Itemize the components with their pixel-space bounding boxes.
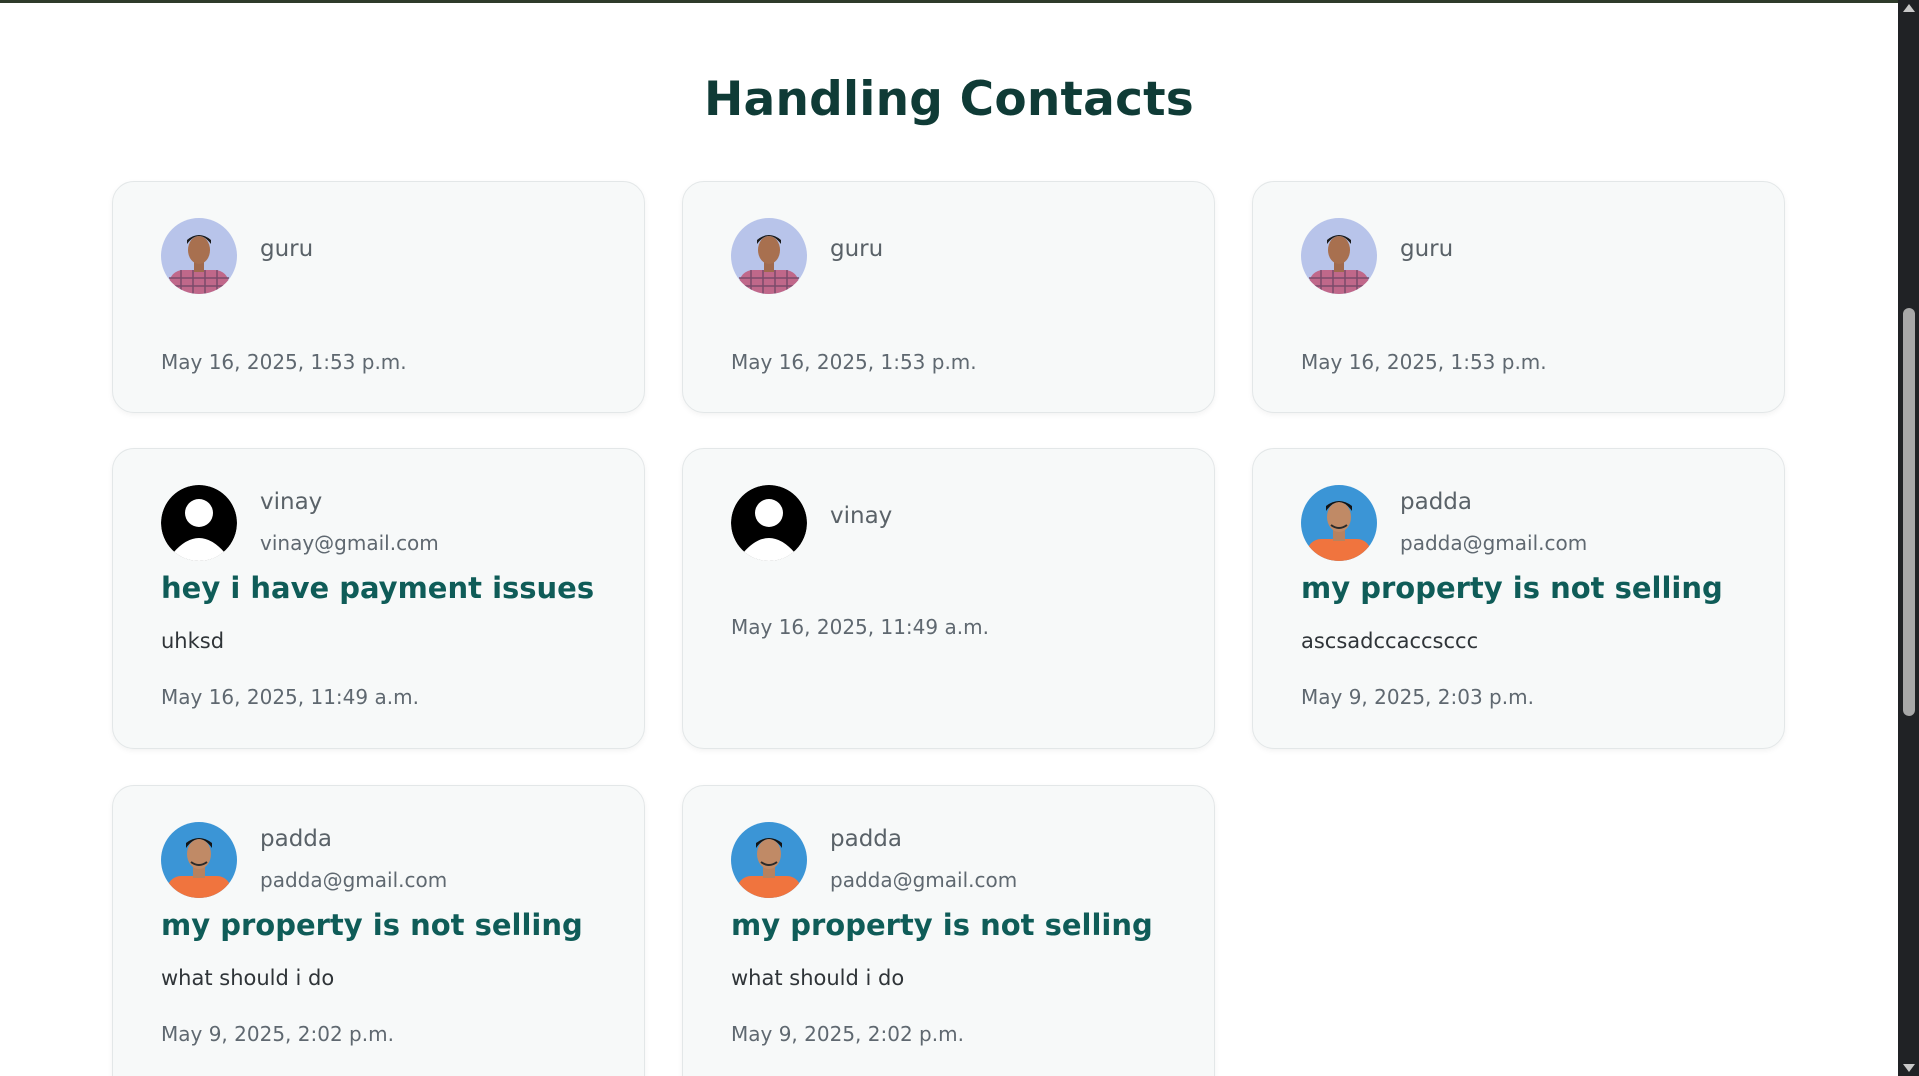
contact-name: padda [260,826,332,852]
contact-name: padda [1400,489,1472,515]
contact-name: vinay [260,489,323,515]
contact-name: padda [830,826,902,852]
contact-card[interactable]: padda padda@gmail.com my property is not… [682,785,1215,1076]
contact-card[interactable]: vinay May 16, 2025, 11:49 a.m. [682,448,1215,749]
contact-name: guru [260,236,314,262]
default-user-icon [731,485,807,561]
contact-card[interactable]: guru May 16, 2025, 1:53 p.m. [682,181,1215,413]
contact-card[interactable]: guru May 16, 2025, 1:53 p.m. [112,181,645,413]
contact-name: guru [1400,236,1454,262]
contact-subject: my property is not selling [161,908,583,942]
contact-date: May 16, 2025, 1:53 p.m. [161,350,407,374]
header-image-strip [0,0,1898,3]
contact-email: padda@gmail.com [830,868,1018,892]
scroll-down-arrow-icon[interactable] [1903,1064,1915,1072]
contact-email: padda@gmail.com [1400,531,1588,555]
scrollbar-thumb[interactable] [1903,308,1915,716]
avatar-photo-padda-icon [161,822,237,898]
contact-date: May 9, 2025, 2:02 p.m. [731,1022,964,1046]
avatar-photo-guru-icon [731,218,807,294]
contact-card[interactable]: padda padda@gmail.com my property is not… [1252,448,1785,749]
contact-message: what should i do [731,966,905,990]
contact-date: May 16, 2025, 1:53 p.m. [1301,350,1547,374]
page-title: Handling Contacts [704,72,1194,127]
contact-card[interactable]: guru May 16, 2025, 1:53 p.m. [1252,181,1785,413]
contact-message: ascsadccaccsccc [1301,629,1479,653]
vertical-scrollbar[interactable] [1898,0,1919,1076]
contact-card[interactable]: vinay vinay@gmail.com hey i have payment… [112,448,645,749]
contact-subject: my property is not selling [1301,571,1723,605]
contact-email: vinay@gmail.com [260,531,439,555]
contact-date: May 9, 2025, 2:03 p.m. [1301,685,1534,709]
contact-date: May 16, 2025, 11:49 a.m. [731,615,989,639]
contact-card[interactable]: padda padda@gmail.com my property is not… [112,785,645,1076]
contact-date: May 16, 2025, 1:53 p.m. [731,350,977,374]
contact-name: guru [830,236,884,262]
contact-message: uhksd [161,629,225,653]
scroll-up-arrow-icon[interactable] [1903,4,1915,12]
contact-email: padda@gmail.com [260,868,448,892]
contact-name: vinay [830,503,893,529]
page: Handling Contacts guru May 16, 2025, 1:5… [0,0,1898,1076]
avatar-photo-padda-icon [1301,485,1377,561]
avatar-photo-guru-icon [1301,218,1377,294]
default-user-icon [161,485,237,561]
contact-message: what should i do [161,966,335,990]
avatar-photo-padda-icon [731,822,807,898]
contact-subject: my property is not selling [731,908,1153,942]
contact-subject: hey i have payment issues [161,571,595,605]
contact-date: May 9, 2025, 2:02 p.m. [161,1022,394,1046]
contact-date: May 16, 2025, 11:49 a.m. [161,685,419,709]
avatar-photo-guru-icon [161,218,237,294]
